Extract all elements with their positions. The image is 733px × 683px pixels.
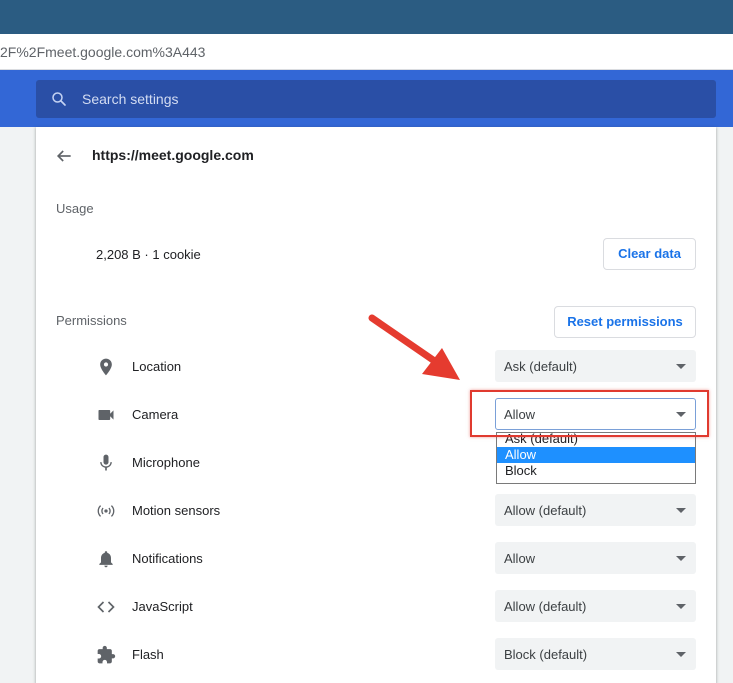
notifications-permission-select[interactable]: Allow — [495, 542, 696, 574]
location-permission-value: Ask (default) — [504, 359, 577, 374]
search-icon — [52, 92, 66, 106]
chevron-down-icon — [676, 364, 686, 369]
permission-label-javascript: JavaScript — [132, 599, 193, 614]
microphone-icon — [100, 454, 112, 471]
dropdown-option-block[interactable]: Block — [497, 463, 695, 479]
location-pin-icon — [100, 358, 112, 376]
flash-permission-select[interactable]: Block (default) — [495, 638, 696, 670]
site-url-title: https://meet.google.com — [92, 147, 254, 163]
flash-permission-value: Block (default) — [504, 647, 588, 662]
chevron-down-icon — [676, 556, 686, 561]
chevron-down-icon — [676, 652, 686, 657]
chevron-down-icon — [676, 604, 686, 609]
usage-summary: 2,208 B · 1 cookie — [96, 247, 201, 262]
address-bar[interactable]: 2F%2Fmeet.google.com%3A443 — [0, 34, 733, 70]
permission-label-microphone: Microphone — [132, 455, 200, 470]
permission-label-notifications: Notifications — [132, 551, 203, 566]
browser-title-bar — [0, 0, 733, 34]
javascript-permission-select[interactable]: Allow (default) — [495, 590, 696, 622]
permissions-heading: Permissions — [56, 313, 127, 328]
dropdown-option-allow[interactable]: Allow — [497, 447, 695, 463]
bell-icon — [99, 551, 113, 568]
puzzle-piece-icon — [97, 645, 116, 664]
permission-label-flash: Flash — [132, 647, 164, 662]
location-permission-select[interactable]: Ask (default) — [495, 350, 696, 382]
camera-dropdown-list: Ask (default) Allow Block — [496, 432, 696, 484]
permission-label-camera: Camera — [132, 407, 179, 422]
motion-sensors-permission-select[interactable]: Allow (default) — [495, 494, 696, 526]
search-placeholder: Search settings — [82, 91, 179, 107]
motion-sensors-icon — [97, 505, 115, 517]
permission-label-location: Location — [132, 359, 182, 374]
code-icon — [97, 601, 115, 613]
chevron-down-icon — [676, 508, 686, 513]
motion-sensors-permission-value: Allow (default) — [504, 503, 587, 518]
reset-permissions-button[interactable]: Reset permissions — [554, 306, 696, 338]
notifications-permission-value: Allow — [504, 551, 536, 566]
annotation-highlight-box — [470, 390, 709, 437]
search-settings-input[interactable]: Search settings — [36, 80, 716, 118]
camera-icon — [98, 410, 114, 420]
javascript-permission-value: Allow (default) — [504, 599, 587, 614]
permission-label-motion-sensors: Motion sensors — [132, 503, 221, 518]
usage-heading: Usage — [56, 201, 94, 216]
clear-data-button[interactable]: Clear data — [603, 238, 696, 270]
annotation-arrow-icon — [368, 314, 460, 380]
back-arrow-icon[interactable] — [54, 146, 74, 166]
address-bar-url[interactable]: 2F%2Fmeet.google.com%3A443 — [0, 44, 205, 60]
